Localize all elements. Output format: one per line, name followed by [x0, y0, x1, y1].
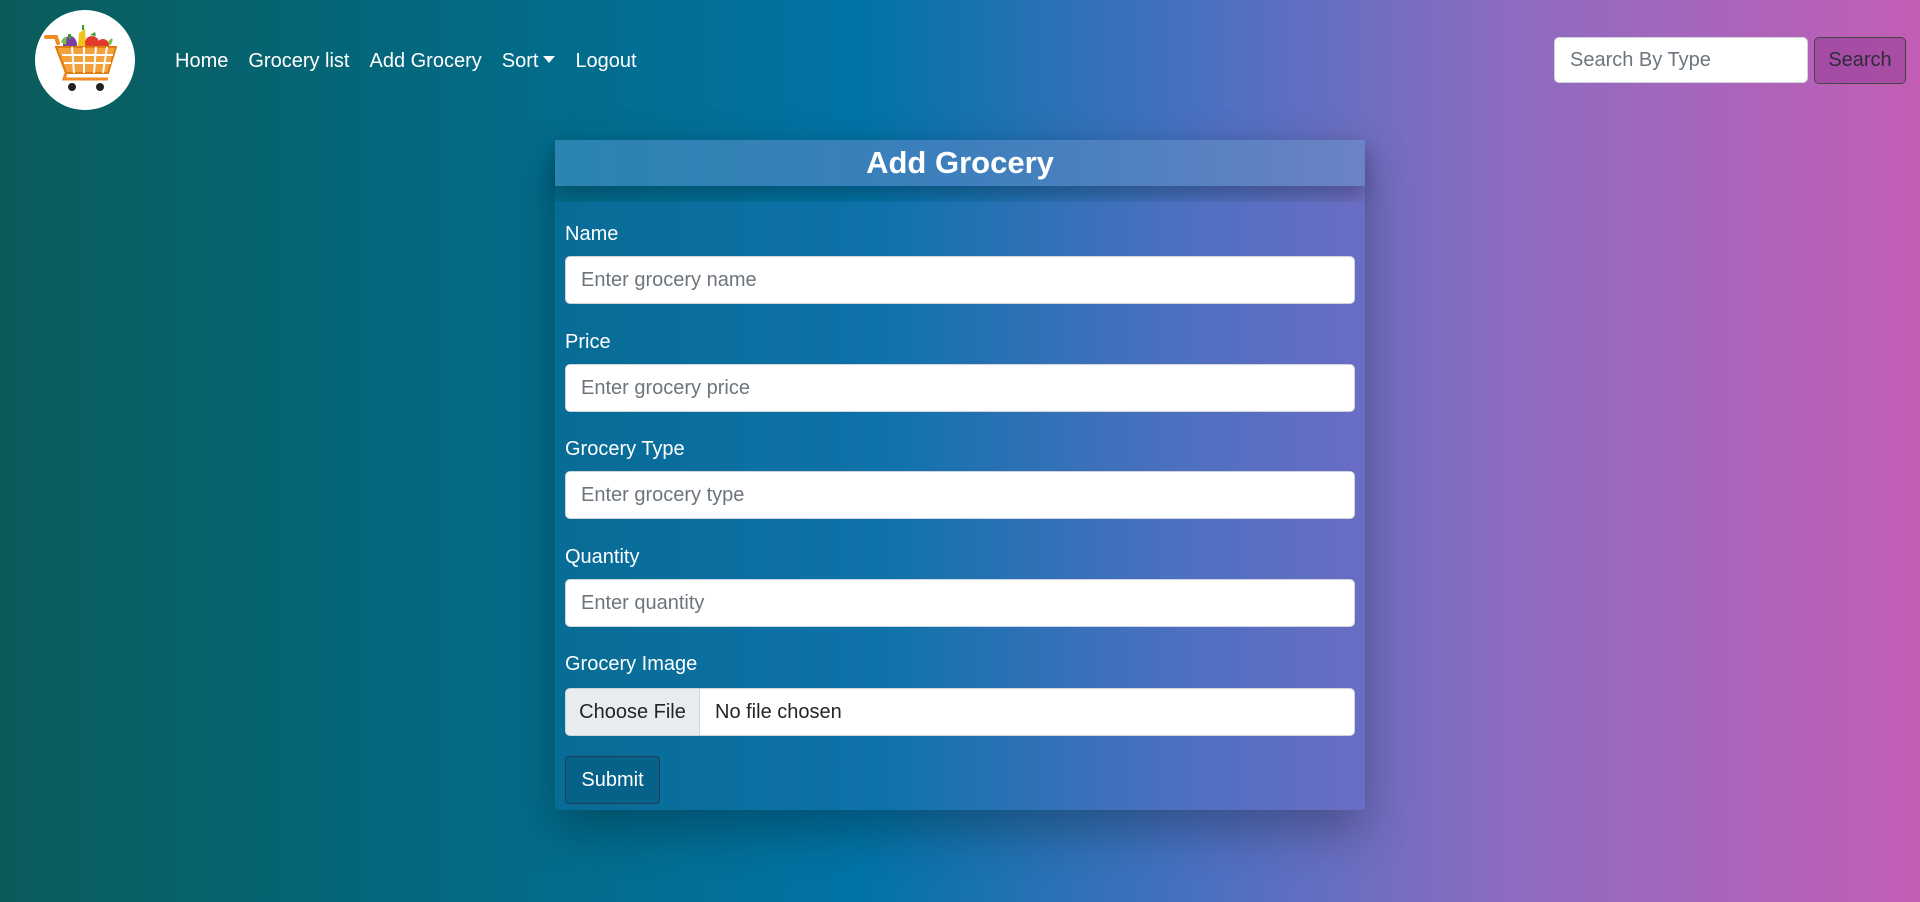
name-label: Name [565, 223, 619, 245]
quantity-input[interactable] [565, 579, 1355, 627]
nav-home-link[interactable]: Home [175, 48, 228, 74]
file-status-text: No file chosen [715, 700, 842, 723]
choose-file-button[interactable]: Choose File [566, 689, 700, 735]
add-grocery-card: Add Grocery Name Price Grocery Type Quan… [555, 140, 1365, 810]
card-title: Add Grocery [555, 140, 1365, 186]
navbar: Home Grocery list Add Grocery Sort Logou… [0, 0, 1920, 122]
logo[interactable] [35, 10, 135, 110]
price-input[interactable] [565, 364, 1355, 412]
caret-down-icon [543, 56, 556, 63]
grocery-type-label: Grocery Type [565, 438, 685, 460]
price-label: Price [565, 331, 611, 353]
grocery-image-label: Grocery Image [565, 653, 698, 675]
nav-sort-label: Sort [501, 50, 539, 72]
grocery-type-input[interactable] [565, 471, 1355, 519]
nav-grocery-list-link[interactable]: Grocery list [248, 48, 349, 74]
grocery-image-file-input[interactable]: Choose File No file chosen [565, 688, 1355, 736]
nav-sort-dropdown[interactable]: Sort [502, 48, 556, 74]
add-grocery-form: Name Price Grocery Type Quantity Grocery… [555, 202, 1365, 810]
nav-links: Home Grocery list Add Grocery Sort Logou… [175, 48, 657, 74]
search-input[interactable] [1554, 37, 1808, 83]
nav-logout-link[interactable]: Logout [575, 48, 636, 74]
submit-button[interactable]: Submit [565, 756, 660, 804]
nav-add-grocery-link[interactable]: Add Grocery [369, 48, 481, 74]
search-button[interactable]: Search [1814, 37, 1906, 84]
name-input[interactable] [565, 256, 1355, 304]
quantity-label: Quantity [565, 546, 640, 568]
grocery-cart-icon [44, 25, 118, 91]
